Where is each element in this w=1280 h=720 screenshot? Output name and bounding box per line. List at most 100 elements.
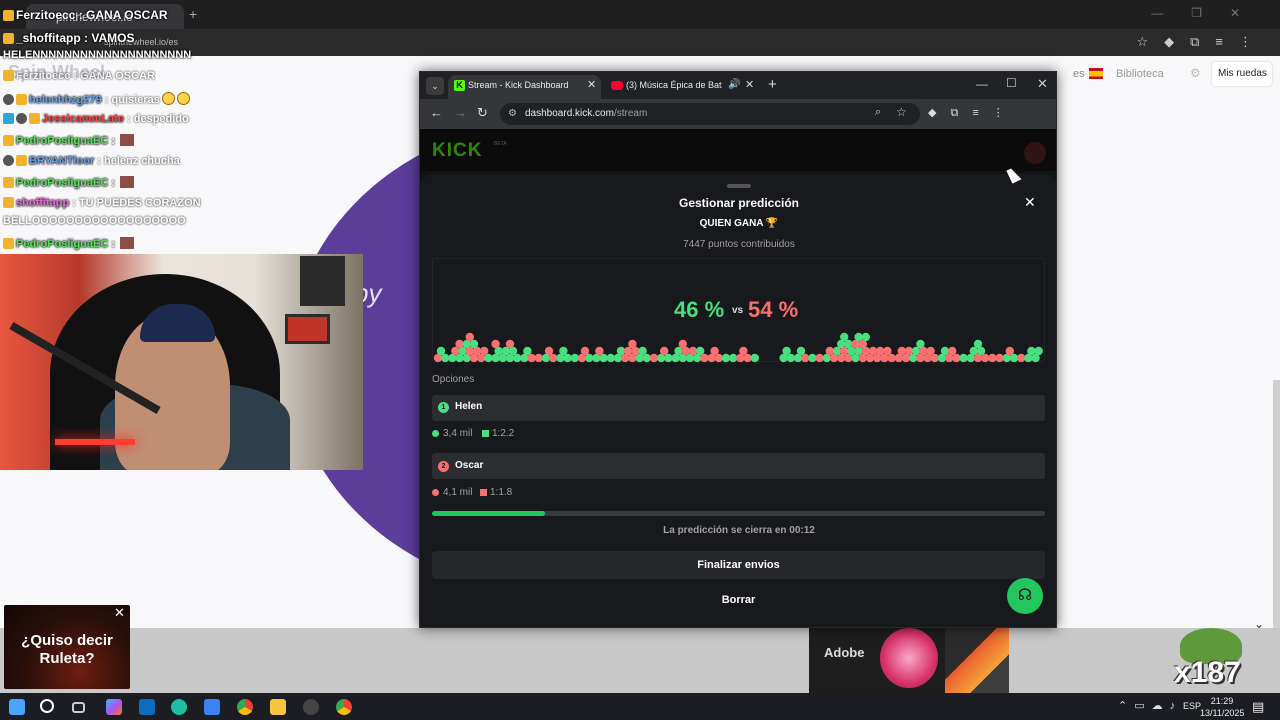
language-indicator[interactable]: ESP	[1183, 701, 1201, 711]
obs-icon[interactable]	[303, 699, 319, 715]
emoji-icon	[176, 92, 190, 105]
bookmark-star-icon[interactable]: ☆	[896, 105, 907, 119]
contribution-bubble	[649, 353, 659, 363]
option-row-helen[interactable]	[432, 395, 1045, 421]
roulette-ad-text[interactable]: ¿Quiso decir Ruleta?	[8, 632, 126, 668]
chat-separator: :	[108, 238, 119, 250]
chat-separator: :	[75, 8, 87, 22]
chat-username: JessicammLate	[42, 113, 124, 125]
contribution-bubble	[840, 332, 849, 342]
people-icon	[432, 489, 439, 496]
chat-line: BRYANTloor : helenz chucha	[3, 155, 180, 167]
contribution-bubble	[969, 346, 978, 356]
outlook-icon[interactable]	[139, 699, 155, 715]
contribution-bubble	[887, 353, 896, 363]
contribution-bubble	[948, 346, 957, 356]
extension-icons[interactable]: ◆⧉≡⋮	[928, 106, 1018, 120]
adobe-logo[interactable]: Adobe	[824, 645, 864, 660]
chat-message: GANA OSCAR	[86, 8, 168, 22]
chrome-active-icon[interactable]	[336, 699, 352, 715]
reload-icon[interactable]: ↻	[477, 105, 488, 121]
contribution-bubble	[926, 346, 935, 356]
chat-line: PedroPosliguaEC :	[3, 134, 135, 147]
tab-youtube[interactable]: (3) Música Épica de Batalla	[626, 80, 722, 90]
avatar[interactable]	[1024, 142, 1046, 164]
store-icon[interactable]	[204, 699, 220, 715]
subscriber-badge-icon	[3, 70, 14, 81]
windows-start-icon[interactable]	[9, 699, 25, 715]
chat-line: Ferzitoecc : GANA OSCAR	[3, 8, 168, 22]
close-tab-icon[interactable]: ✕	[587, 78, 596, 91]
chat-separator: :	[70, 70, 81, 82]
close-tab-icon[interactable]: ✕	[745, 78, 754, 91]
contribution-bubble	[721, 353, 731, 363]
drag-handle[interactable]	[727, 184, 751, 188]
chrome-icon[interactable]	[237, 699, 253, 715]
chat-line: Ferzitoecc : GANA OSCAR	[3, 70, 155, 82]
background-toolbar-icons[interactable]: ☆◆⧉≡⋮	[1136, 34, 1268, 50]
system-tray-icons[interactable]: ⌃▭☁♪	[1118, 699, 1182, 712]
contribution-bubble	[527, 353, 536, 363]
minimize-icon[interactable]: —	[976, 77, 988, 91]
kick-favicon-icon: K	[454, 80, 465, 91]
back-icon[interactable]: ←	[430, 105, 443, 120]
close-window-icon[interactable]: ✕	[1037, 76, 1048, 92]
emote-icon	[120, 237, 135, 249]
delete-button[interactable]: Borrar	[432, 586, 1045, 614]
window-controls-icon[interactable]: —❐✕	[1151, 6, 1268, 20]
audio-playing-icon[interactable]: 🔊	[728, 79, 740, 90]
site-info-icon[interactable]: ⚙	[508, 108, 517, 119]
chat-username: Ferzitoecc	[16, 70, 71, 82]
contribution-bubble	[544, 346, 554, 356]
prediction-question: QUIEN GANA 🏆	[699, 218, 779, 229]
support-chat-icon[interactable]: ☊	[1007, 578, 1043, 614]
contribution-bubble	[782, 346, 791, 356]
contribution-bubble	[912, 346, 921, 356]
search-icon[interactable]	[40, 699, 54, 713]
kick-logo[interactable]: KICK	[432, 140, 482, 162]
mod-badge-icon	[3, 155, 14, 166]
library-link[interactable]: Biblioteca	[1116, 68, 1164, 80]
contribution-bubble	[441, 353, 450, 363]
copilot-icon[interactable]	[106, 699, 122, 715]
new-tab-icon[interactable]: +	[768, 76, 777, 93]
maximize-icon[interactable]: ☐	[1006, 76, 1017, 90]
chat-username: Ferzitoecc	[16, 8, 76, 22]
chat-username: helenhhzg279	[29, 94, 102, 106]
spain-flag-icon[interactable]	[1089, 68, 1103, 79]
contribution-bubble	[832, 346, 842, 356]
my-wheels-button[interactable]: Mis ruedas	[1212, 62, 1272, 86]
option-amount: 4,1 mil	[443, 487, 473, 498]
settings-icon[interactable]: ⚙	[1190, 66, 1201, 80]
contribution-bubble	[952, 353, 961, 363]
tab-search-icon[interactable]: ⌄	[426, 77, 444, 95]
option-amount: 3,4 mil	[443, 428, 473, 439]
youtube-favicon-icon	[611, 81, 623, 90]
contribution-bubble	[700, 353, 709, 363]
url-text[interactable]: dashboard.kick.com/stream	[525, 108, 647, 119]
chat-separator: :	[123, 113, 134, 125]
edge-icon[interactable]	[171, 699, 187, 715]
finalize-button[interactable]: Finalizar envios	[432, 551, 1045, 579]
close-icon[interactable]: ✕	[1024, 194, 1036, 211]
contribution-bubble	[469, 339, 479, 349]
notification-icon[interactable]: ▤	[1252, 699, 1264, 715]
forward-icon[interactable]: →	[454, 105, 467, 120]
subscriber-badge-icon	[3, 197, 14, 208]
option-row-oscar[interactable]	[432, 453, 1045, 479]
contribution-bubble	[876, 346, 885, 356]
contribution-bubble	[973, 339, 983, 349]
led-light	[55, 439, 135, 445]
chat-message: GANA OSCAR	[80, 70, 155, 82]
tab-title[interactable]: Stream - Kick Dashboard	[468, 80, 569, 90]
versus-label: vs	[732, 305, 744, 316]
language-code[interactable]: es	[1073, 68, 1085, 80]
contribution-bubble	[696, 346, 705, 356]
clock[interactable]: 21:29 13/11/2025	[1200, 695, 1244, 719]
new-tab-icon[interactable]: +	[189, 6, 197, 22]
chat-username: PedroPosliguaEC	[16, 135, 109, 147]
close-icon[interactable]: ✕	[114, 605, 125, 621]
file-explorer-icon[interactable]	[270, 699, 286, 715]
task-view-icon[interactable]	[72, 702, 85, 713]
zoom-icon[interactable]: ⌕	[875, 106, 881, 119]
